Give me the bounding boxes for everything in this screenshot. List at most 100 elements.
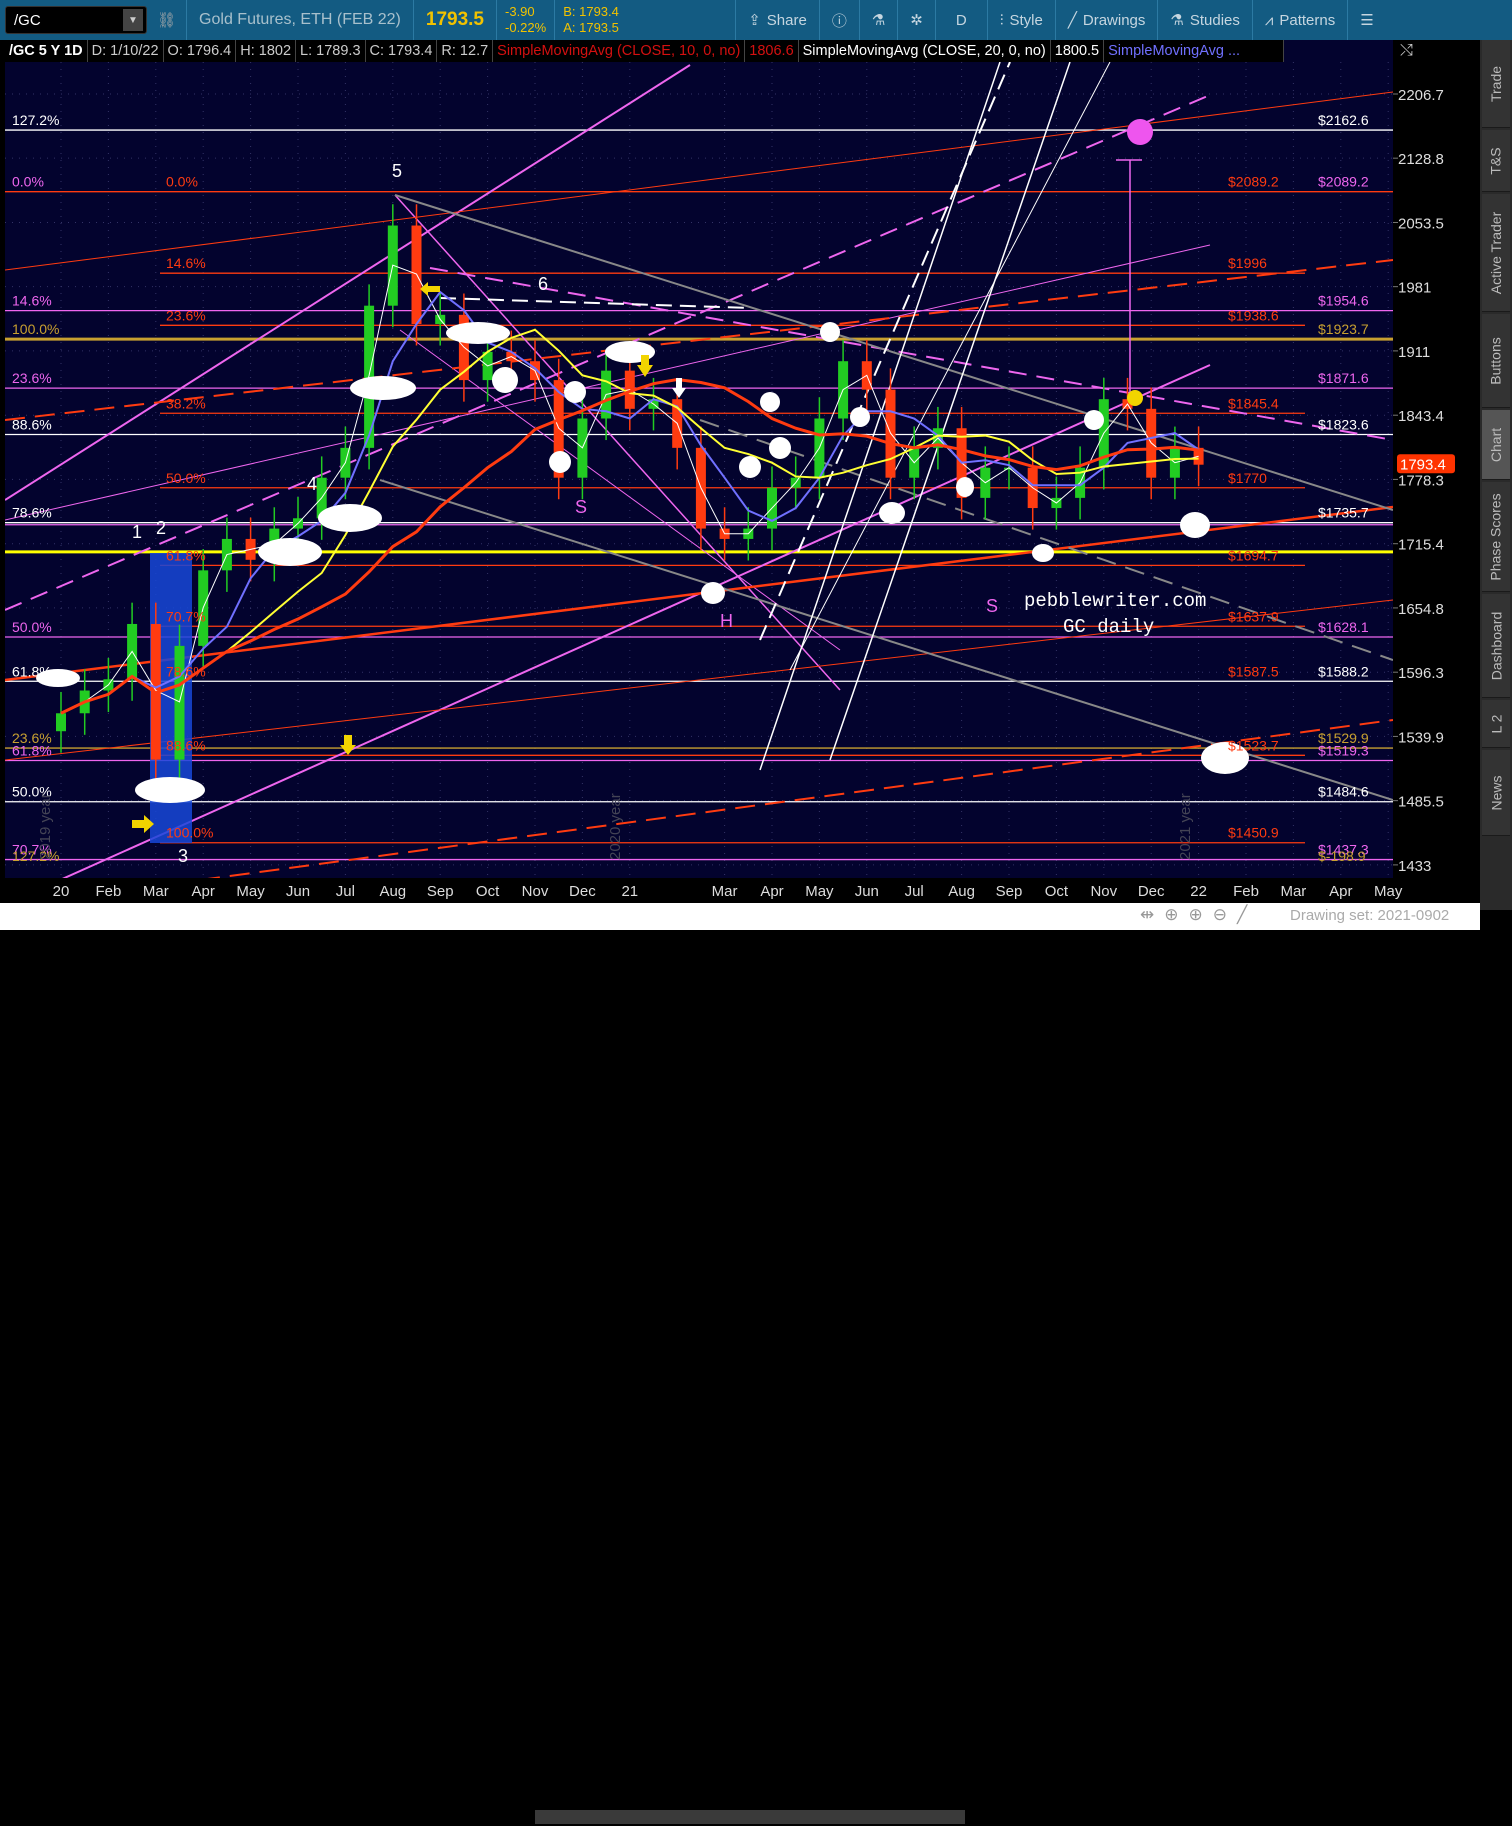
price-tag-text: 1793.4 [1400,456,1446,473]
x-tick-label: Mar [712,883,738,900]
zoom-out-icon[interactable]: ⊖ [1213,905,1227,925]
price-label-mid: $1450.9 [1228,825,1279,841]
price-label-right: $-198.9 [1318,848,1366,864]
pivot-marker [1180,512,1210,538]
pivot-marker [492,367,518,393]
y-tick-label: 2128.8 [1398,151,1444,168]
fib-label-left: 61.8% [12,742,52,758]
price-label-right: $1735.7 [1318,505,1369,521]
pattern-label: S [986,596,998,616]
sidebar-tab-label: Active Trader [1488,211,1505,294]
crosshair-icon[interactable]: ⊕ [1164,905,1178,925]
price-label-right: $1871.6 [1318,370,1369,386]
fib-label-mid: 50.0% [166,470,206,486]
price-label-mid: $1845.4 [1228,395,1279,411]
trendline [62,364,1211,878]
price-label-mid: $1523.7 [1228,737,1279,753]
fib-label-left: 88.6% [12,416,52,432]
fib-label-mid: 88.6% [166,737,206,753]
sidebar-tab-label: T&S [1487,146,1504,175]
x-tick-label: Nov [1090,883,1117,900]
fib-label-mid: 23.6% [166,307,206,323]
x-tick-label: Dec [569,883,596,900]
sidebar-tab-label: L 2 [1487,714,1504,733]
legend-title: /GC 5 Y 1D [5,40,88,62]
right-sidebar: Trade T&S Active Trader Buttons Chart Phase S… [1480,40,1512,910]
sidebar-tab-label: News [1488,774,1505,811]
legend-close: C: 1793.4 [366,40,438,62]
sidebar-tab-dashboard[interactable]: Dashboard [1482,594,1510,698]
x-tick-label: Nov [522,883,549,900]
y-tick-label: 1654.8 [1398,601,1444,618]
legend-range: R: 12.7 [437,40,494,62]
fib-label-left: 61.8% [12,663,52,679]
sidebar-tab-phase-scores[interactable]: Phase Scores [1482,482,1510,592]
pivot-marker [701,582,725,604]
y-tick-label: 1843.4 [1398,408,1444,425]
x-tick-label: Mar [1280,883,1306,900]
collapse-legend-icon[interactable]: ⤭ [1400,42,1413,60]
fib-label-mid: 78.6% [166,663,206,679]
legend-sma20[interactable]: SimpleMovingAvg (CLOSE, 20, 0, no) [799,40,1051,62]
legend-sma-more[interactable]: SimpleMovingAvg ... [1104,40,1285,62]
pivot-marker [564,381,586,403]
sidebar-tab-buttons[interactable]: Buttons [1482,314,1510,408]
bottom-bar: ⇹ ⊕ ⊕ ⊖ ╱ Drawing set: 2021-0902 [0,903,1480,1826]
legend-low: L: 1789.3 [296,40,366,62]
pivot-marker [820,322,840,342]
wave-label: 1 [132,522,142,542]
zoom-in-icon[interactable]: ⊕ [1189,905,1203,925]
scrollbar-thumb[interactable] [535,1810,965,1824]
draw-line-icon[interactable]: ╱ [1237,905,1247,925]
watermark-subtitle: GC daily [1063,616,1154,638]
sidebar-tab-trade[interactable]: Trade [1482,40,1510,128]
trendline [5,91,1393,271]
horizontal-scrollbar[interactable] [5,1808,1135,1826]
pan-icon[interactable]: ⇹ [1140,905,1154,925]
sidebar-tab-l-2[interactable]: L 2 [1482,700,1510,748]
price-label-right: $2089.2 [1318,174,1369,190]
y-tick-label: 1911 [1398,344,1430,361]
pivot-marker [318,504,382,532]
sidebar-tab-chart[interactable]: Chart [1482,410,1510,480]
pivot-marker [1032,544,1054,562]
y-tick-label: 1433 [1398,858,1431,875]
y-tick-label: 2206.7 [1398,87,1444,104]
pivot-marker [850,407,870,427]
sidebar-tab-t-s[interactable]: T&S [1482,130,1510,192]
last-price-tag: 1793.4 [1397,454,1455,474]
pivot-marker [549,451,571,473]
pivot-marker [739,456,761,478]
x-tick-label: Mar [143,883,169,900]
candle [56,713,66,732]
x-tick-label: Sep [996,883,1023,900]
y-tick-label: 1485.5 [1398,794,1444,811]
pivot-marker [956,477,974,497]
sidebar-tab-news[interactable]: News [1482,750,1510,836]
price-label-right: $1519.3 [1318,742,1369,758]
fib-label-left: 78.6% [12,505,52,521]
x-tick-label: 20 [53,883,70,900]
y-tick-label: 1596.3 [1398,665,1444,682]
wave-label: 4 [307,474,317,494]
price-label-right: $1823.6 [1318,416,1369,432]
year-marker: 2021 year [1177,793,1194,860]
price-label-mid: $1694.7 [1228,547,1279,563]
sidebar-tab-label: Phase Scores [1488,492,1505,581]
fib-label-mid: 61.8% [166,547,206,563]
arrow-left-icon [420,282,440,296]
y-tick-label: 1715.4 [1398,537,1444,554]
x-tick-label: Jun [286,883,310,900]
pivot-marker [879,502,905,524]
drawing-set[interactable]: Drawing set: 2021-0902 [1290,907,1449,924]
legend-high: H: 1802 [236,40,297,62]
pivot-marker [1084,410,1104,430]
fib-label-left: 23.6% [12,370,52,386]
sidebar-tab-label: Buttons [1488,336,1505,385]
price-label-mid: $2089.2 [1228,174,1279,190]
sidebar-tab-active-trader[interactable]: Active Trader [1482,194,1510,312]
legend-sma10[interactable]: SimpleMovingAvg (CLOSE, 10, 0, no) [493,40,746,62]
legend-sma10-value: 1806.6 [745,40,799,62]
price-label-right: $1923.7 [1318,321,1369,337]
year-marker: 2020 year [607,793,624,860]
